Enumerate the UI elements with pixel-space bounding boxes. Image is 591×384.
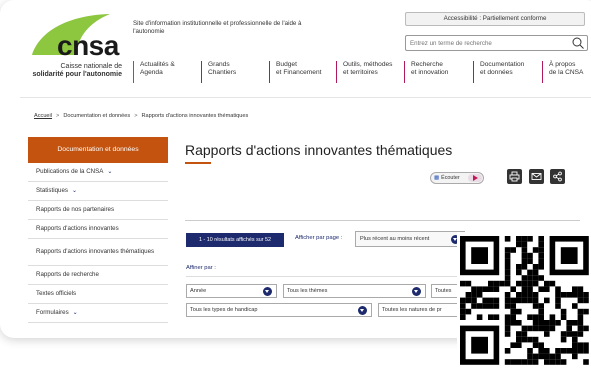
filter-themes[interactable]: Tous les thèmes xyxy=(283,284,426,298)
breadcrumb-separator: > xyxy=(134,113,138,119)
nav-item-recherche[interactable]: Recherche et innovation xyxy=(404,61,473,83)
print-icon xyxy=(509,171,520,182)
search-box xyxy=(405,35,588,51)
chevron-down-icon[interactable] xyxy=(358,306,367,315)
play-icon[interactable] xyxy=(468,174,482,182)
nav-label-line2: et territoires xyxy=(343,69,378,76)
qr-code xyxy=(457,232,591,384)
organisation-name: Caisse nationale de solidarité pour l'au… xyxy=(0,63,122,79)
sidebar-item-label: Rapports d'actions innovantes xyxy=(36,225,119,232)
nav-divider xyxy=(20,97,591,98)
chevron-down-icon[interactable]: ⌄ xyxy=(107,168,112,176)
nav-label-line2: et données xyxy=(480,69,513,76)
search-icon[interactable] xyxy=(572,37,584,49)
logo-text[interactable]: cnsa xyxy=(57,30,119,62)
nav-label-line1: Documentation xyxy=(480,61,525,68)
breadcrumb-current: Rapports d'actions innovantes thématique… xyxy=(141,113,249,119)
search-input[interactable] xyxy=(406,36,566,50)
sidebar-item-rapports-recherche[interactable]: Rapports de recherche xyxy=(28,266,168,285)
filter-handicap[interactable]: Tous les types de handicap xyxy=(186,303,372,317)
email-button[interactable] xyxy=(529,169,544,184)
speaker-icon: ▩ xyxy=(434,175,440,181)
listen-label: Écouter xyxy=(441,175,460,181)
breadcrumb: Accueil > Documentation et données > Rapport… xyxy=(34,113,248,119)
nav-label-line2: et innovation xyxy=(411,69,449,76)
nav-item-grands-chantiers[interactable]: Grands Chantiers xyxy=(201,61,269,83)
nav-item-outils[interactable]: Outils, méthodes et territoires xyxy=(336,61,404,83)
share-icon xyxy=(553,171,562,182)
breadcrumb-level1[interactable]: Documentation et données xyxy=(63,113,130,119)
nav-item-a-propos[interactable]: À propos de la CNSA xyxy=(542,61,590,83)
share-button[interactable] xyxy=(550,169,565,184)
sidebar-item-label: Statistiques xyxy=(36,187,68,194)
sidebar-item-publications[interactable]: Publications de la CNSA ⌄ xyxy=(28,163,168,182)
organisation-name-line2: solidarité pour l'autonomie xyxy=(32,71,122,78)
sidebar-item-rapports-actions[interactable]: Rapports d'actions innovantes xyxy=(28,220,168,239)
main-nav: Actualités & Agenda Grands Chantiers Bud… xyxy=(133,61,590,87)
listen-button[interactable]: ▩ Écouter xyxy=(430,172,484,184)
email-icon xyxy=(531,173,542,180)
organisation-name-line1: Caisse nationale de xyxy=(60,63,123,70)
results-divider xyxy=(185,220,580,221)
sort-select[interactable]: Plus récent au moins récent xyxy=(355,231,465,247)
nav-label-line2: Agenda xyxy=(140,69,163,76)
filter-natures-value: Toutes les natures de pr xyxy=(382,307,442,313)
filter-year-value: Année xyxy=(190,288,207,294)
sidebar-item-label: Rapports d'actions innovantes thématique… xyxy=(36,248,155,255)
chevron-down-icon[interactable] xyxy=(412,287,421,296)
page-title: Rapports d'actions innovantes thématique… xyxy=(185,142,453,158)
sidebar: Documentation et données Publications de… xyxy=(28,137,168,323)
chevron-down-icon[interactable]: ⌄ xyxy=(72,187,77,195)
results-count: 1 - 10 résultats affichés sur 52 xyxy=(186,233,284,247)
per-page-label: Afficher par page : xyxy=(295,235,343,241)
sidebar-item-label: Publications de la CNSA xyxy=(36,168,104,175)
breadcrumb-home[interactable]: Accueil xyxy=(34,113,52,119)
chevron-down-icon[interactable]: ⌄ xyxy=(73,309,78,317)
nav-label-line2: Chantiers xyxy=(208,69,237,76)
filter-year[interactable]: Année xyxy=(186,284,277,298)
nav-item-documentation[interactable]: Documentation et données xyxy=(473,61,542,83)
nav-item-budget[interactable]: Budget et Financement xyxy=(269,61,336,83)
chevron-down-icon[interactable] xyxy=(263,287,272,296)
sidebar-item-formulaires[interactable]: Formulaires ⌄ xyxy=(28,304,168,323)
sidebar-item-statistiques[interactable]: Statistiques ⌄ xyxy=(28,182,168,201)
nav-label-line2: et Financement xyxy=(276,69,322,76)
nav-label-line1: Recherche xyxy=(411,61,443,68)
nav-label-line1: Actualités & xyxy=(140,61,175,68)
sort-select-value: Plus récent au moins récent xyxy=(360,236,430,242)
nav-label-line1: Budget xyxy=(276,61,297,68)
sidebar-item-label: Textes officiels xyxy=(36,290,77,297)
accessibility-button[interactable]: Accessibilité : Partiellement conforme xyxy=(405,12,585,26)
nav-label-line1: Outils, méthodes xyxy=(343,61,393,68)
sidebar-item-label: Formulaires xyxy=(36,309,69,316)
title-underline xyxy=(185,162,211,164)
site-tagline: Site d'information institutionnelle et p… xyxy=(133,20,302,35)
nav-label-line2: de la CNSA xyxy=(549,69,584,76)
print-button[interactable] xyxy=(507,169,522,184)
nav-label-line1: Grands xyxy=(208,61,230,68)
refine-label: Affiner par : xyxy=(186,265,216,271)
sidebar-item-label: Rapports de nos partenaires xyxy=(36,206,115,213)
nav-label-line1: À propos xyxy=(549,61,576,68)
sidebar-item-rapports-thematiques[interactable]: Rapports d'actions innovantes thématique… xyxy=(28,239,168,266)
sidebar-item-label: Rapports de recherche xyxy=(36,271,99,278)
filter-other-value: Toutes xyxy=(435,288,452,294)
sidebar-item-rapports-partenaires[interactable]: Rapports de nos partenaires xyxy=(28,201,168,220)
filter-handicap-value: Tous les types de handicap xyxy=(190,307,258,313)
breadcrumb-separator: > xyxy=(56,113,60,119)
nav-item-actualites[interactable]: Actualités & Agenda xyxy=(133,61,201,83)
sidebar-heading[interactable]: Documentation et données xyxy=(28,137,168,163)
filter-themes-value: Tous les thèmes xyxy=(287,288,328,294)
sidebar-item-textes-officiels[interactable]: Textes officiels xyxy=(28,285,168,304)
